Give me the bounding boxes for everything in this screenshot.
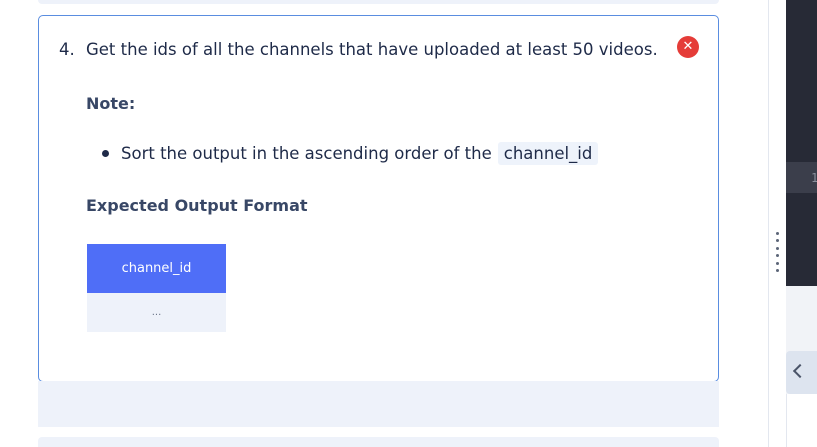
expected-output-table: channel_id ... bbox=[87, 244, 226, 332]
inline-code: channel_id bbox=[497, 141, 599, 165]
line-number: 1 bbox=[811, 171, 817, 185]
column-header: channel_id bbox=[87, 244, 226, 293]
code-editor[interactable]: 1 bbox=[786, 0, 817, 286]
note-item-text: Sort the output in the ascending order o… bbox=[121, 143, 492, 163]
table-header-row: channel_id bbox=[87, 244, 226, 293]
collapse-panel-button[interactable] bbox=[786, 351, 817, 394]
chevron-left-icon bbox=[792, 363, 808, 379]
question-card-footer bbox=[38, 381, 719, 427]
table-cell: ... bbox=[87, 293, 226, 332]
next-question-card bbox=[38, 437, 719, 447]
panel-splitter[interactable] bbox=[768, 0, 787, 447]
close-icon: ✕ bbox=[677, 36, 699, 58]
note-item: Sort the output in the ascending order o… bbox=[102, 140, 599, 166]
note-heading: Note: bbox=[86, 94, 136, 113]
output-panel bbox=[786, 394, 817, 447]
question-card: 4. Get the ids of all the channels that … bbox=[38, 15, 719, 382]
app-page: 4. Get the ids of all the channels that … bbox=[0, 0, 817, 447]
question-panel: 4. Get the ids of all the channels that … bbox=[0, 0, 768, 447]
table-row: ... bbox=[87, 293, 226, 332]
drag-handle-icon[interactable] bbox=[775, 232, 779, 272]
bullet-icon bbox=[102, 149, 109, 157]
previous-question-card bbox=[38, 0, 719, 4]
question-text: Get the ids of all the channels that hav… bbox=[86, 40, 658, 59]
editor-panel: 1 bbox=[786, 0, 817, 447]
expected-output-heading: Expected Output Format bbox=[86, 196, 308, 215]
question-number: 4. bbox=[59, 40, 75, 59]
